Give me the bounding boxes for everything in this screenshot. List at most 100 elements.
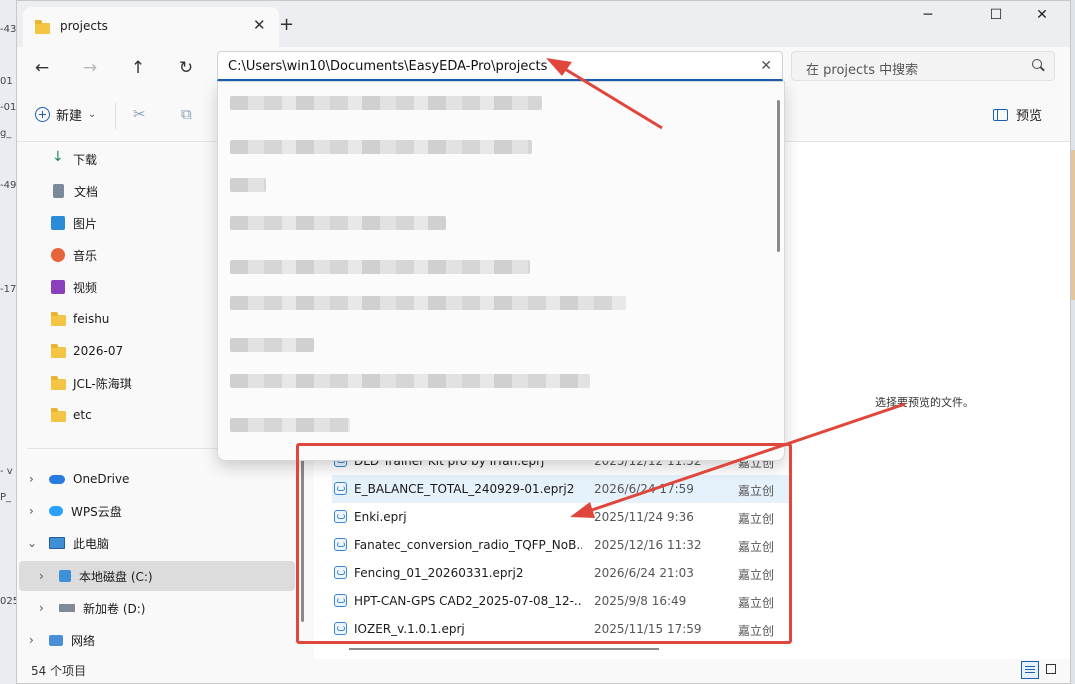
history-item-blurred[interactable]	[230, 178, 266, 192]
background-fragment: -43	[0, 24, 17, 35]
maximize-button[interactable]: ☐	[973, 7, 1019, 29]
sidebar-item-onedrive[interactable]: OneDrive	[49, 466, 129, 492]
folder-icon	[51, 376, 66, 390]
sidebar-item-label: 网络	[71, 633, 96, 648]
copy-icon[interactable]: ⧉	[181, 105, 192, 123]
preview-button[interactable]: 预览	[992, 105, 1042, 124]
video-icon	[51, 280, 65, 294]
sidebar-item-label: 下载	[73, 152, 98, 167]
history-item-blurred[interactable]	[230, 96, 542, 110]
music-icon	[51, 248, 65, 262]
folder-icon	[51, 408, 66, 422]
clear-address-icon[interactable]: ✕	[760, 58, 772, 74]
sidebar-item-this-pc[interactable]: 此电脑	[49, 530, 109, 556]
download-icon	[51, 149, 65, 166]
tab-projects[interactable]: projects ✕	[23, 7, 279, 47]
search-input[interactable]: 在 projects 中搜索	[791, 51, 1055, 81]
sidebar-item-music[interactable]: 音乐	[51, 242, 97, 268]
cut-icon[interactable]: ✂	[133, 105, 146, 123]
address-history-dropdown	[217, 81, 785, 461]
search-placeholder: 在 projects 中搜索	[806, 63, 919, 78]
history-item-blurred[interactable]	[230, 338, 314, 352]
sidebar-item-label: etc	[73, 408, 92, 422]
chevron-right-icon[interactable]: ›	[39, 601, 44, 615]
pictures-icon	[51, 216, 65, 230]
sidebar-item-label: 本地磁盘 (C:)	[79, 569, 153, 584]
sidebar-item-network[interactable]: 网络	[49, 627, 95, 653]
background-fragment: -49	[0, 180, 17, 191]
sidebar-item-wps[interactable]: WPS云盘	[49, 498, 122, 524]
plus-icon	[35, 107, 50, 122]
sidebar-item-label: 2026-07	[73, 344, 124, 358]
chevron-right-icon[interactable]: ›	[39, 569, 44, 583]
chevron-right-icon[interactable]: ›	[29, 504, 34, 518]
new-button[interactable]: 新建 ⌄	[35, 105, 96, 124]
address-input[interactable]: C:\Users\win10\Documents\EasyEDA-Pro\pro…	[217, 51, 783, 81]
folder-icon	[51, 344, 66, 358]
history-item-blurred[interactable]	[230, 140, 532, 154]
new-tab-button[interactable]: +	[279, 14, 294, 35]
drive-icon	[59, 604, 75, 612]
sidebar-item-label: feishu	[73, 312, 110, 326]
chevron-right-icon[interactable]: ›	[29, 633, 34, 647]
back-button[interactable]: ←	[27, 55, 57, 81]
preview-label: 预览	[1015, 109, 1042, 124]
toolbar-divider	[115, 103, 116, 129]
large-icons-view-icon[interactable]	[1043, 661, 1061, 679]
onedrive-icon	[49, 474, 65, 484]
chevron-down-icon[interactable]: ⌄	[27, 536, 37, 550]
up-button[interactable]: ↑	[123, 55, 153, 81]
preview-hint: 选择要预览的文件。	[875, 396, 974, 409]
history-item-blurred[interactable]	[230, 374, 590, 388]
sidebar-item-pictures[interactable]: 图片	[51, 210, 97, 236]
close-window-button[interactable]: ✕	[1019, 7, 1065, 29]
sidebar-item-label: 视频	[73, 280, 98, 295]
history-item-blurred[interactable]	[230, 418, 350, 432]
annotation-highlight-box	[296, 443, 792, 644]
background-fragment: - v	[0, 466, 13, 477]
sidebar-item-2026-07[interactable]: 2026-07	[51, 338, 123, 364]
history-item-blurred[interactable]	[230, 216, 446, 230]
this-pc-icon	[49, 537, 65, 549]
sidebar-item-label: 图片	[73, 216, 98, 231]
tab-close-icon[interactable]: ✕	[253, 16, 266, 34]
background-fragment: -01	[0, 102, 17, 113]
sidebar-item-label: 此电脑	[73, 536, 110, 551]
background-fragment: g_	[0, 128, 12, 139]
sidebar-item-label: 音乐	[73, 248, 98, 263]
wps-cloud-icon	[49, 506, 63, 516]
forward-button[interactable]: →	[75, 55, 105, 81]
folder-icon	[35, 20, 50, 34]
sidebar-item-feishu[interactable]: feishu	[51, 306, 109, 332]
sidebar-item-videos[interactable]: 视频	[51, 274, 97, 300]
background-edge	[1071, 150, 1075, 300]
folder-icon	[51, 312, 66, 326]
document-icon	[53, 184, 64, 198]
sidebar-item-downloads[interactable]: 下载	[51, 146, 97, 172]
refresh-button[interactable]: ↻	[171, 55, 201, 81]
horizontal-scrollbar[interactable]	[349, 648, 659, 650]
background-fragment: P_	[0, 492, 12, 503]
history-item-blurred[interactable]	[230, 296, 626, 310]
minimize-button[interactable]: ─	[905, 7, 951, 29]
status-bar: 54 个项目	[17, 659, 1070, 683]
sidebar-item-jcl[interactable]: JCL-陈海琪	[51, 370, 132, 396]
sidebar-item-drive-d[interactable]: 新加卷 (D:)	[59, 595, 145, 621]
chevron-right-icon[interactable]: ›	[29, 472, 34, 486]
history-item-blurred[interactable]	[230, 260, 530, 274]
sidebar-item-drive-c[interactable]: 本地磁盘 (C:)	[59, 563, 153, 589]
sidebar-item-label: WPS云盘	[71, 504, 122, 519]
address-path: C:\Users\win10\Documents\EasyEDA-Pro\pro…	[228, 59, 548, 74]
tab-title: projects	[60, 19, 108, 33]
sidebar-item-etc[interactable]: etc	[51, 402, 92, 428]
dropdown-scrollbar[interactable]	[777, 100, 780, 252]
sidebar-item-documents[interactable]: 文档	[51, 178, 98, 204]
background-fragment: 01	[0, 76, 13, 87]
sidebar-item-label: OneDrive	[73, 472, 130, 486]
sidebar-item-label: 文档	[74, 184, 99, 199]
new-label: 新建	[56, 109, 83, 124]
preview-pane-icon	[992, 108, 1008, 121]
chevron-down-icon: ⌄	[88, 109, 97, 120]
title-bar: projects ✕ + ─ ☐ ✕	[17, 1, 1070, 47]
details-view-icon[interactable]	[1021, 661, 1039, 679]
